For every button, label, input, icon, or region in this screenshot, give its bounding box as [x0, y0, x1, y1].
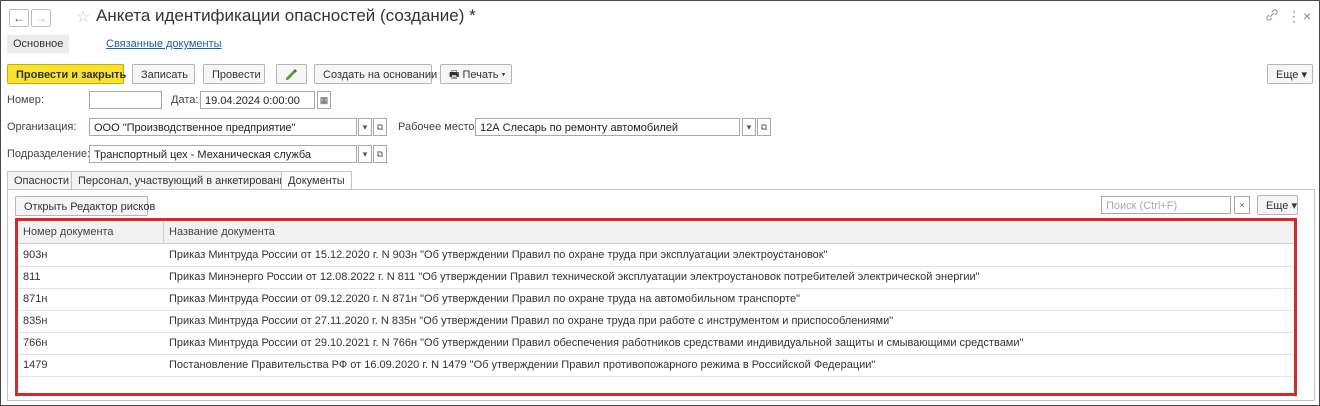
tab-personnel[interactable]: Персонал, участвующий в анкетировании	[71, 171, 299, 189]
chevron-down-icon[interactable]: ▾	[742, 118, 756, 136]
print-button[interactable]: 🖶 Печать ▾	[440, 64, 512, 84]
printer-icon: 🖶	[449, 69, 463, 81]
calendar-icon[interactable]: ▦	[317, 91, 331, 109]
post-button[interactable]: Провести	[203, 64, 265, 84]
document-number-cell: 903н	[23, 249, 48, 261]
page-title: Анкета идентификации опасностей (создани…	[96, 6, 476, 25]
table-row[interactable]: 835н Приказ Минтруда России от 27.11.2020…	[18, 310, 1294, 333]
number-field[interactable]	[89, 91, 162, 109]
workplace-field[interactable]: 12А Слесарь по ремонту автомобилей	[475, 118, 740, 136]
search-input[interactable]: Поиск (Ctrl+F)	[1101, 196, 1231, 214]
open-icon[interactable]: ⧉	[373, 118, 387, 136]
more-icon[interactable]: ⋮	[1287, 8, 1301, 25]
tab-main[interactable]: Основное	[7, 35, 70, 53]
division-field[interactable]: Транспортный цех - Механическая служба	[89, 145, 357, 163]
edit-icon-button[interactable]	[276, 64, 307, 84]
tab-related-documents[interactable]: Связанные документы	[106, 35, 222, 53]
favorite-star-icon[interactable]: ☆	[76, 7, 90, 27]
document-name-cell: Приказ Минтруда России от 29.10.2021 г. …	[169, 337, 1024, 349]
number-label: Номер:	[7, 94, 44, 106]
table-header: Номер документа Название документа	[18, 221, 1294, 244]
documents-table: Номер документа Название документа 903н П…	[15, 218, 1297, 396]
close-icon[interactable]: ×	[1303, 8, 1311, 24]
more-documents-button[interactable]: Еще ▾	[1257, 195, 1298, 215]
chevron-down-icon[interactable]: ▾	[358, 118, 372, 136]
title-bar: ← → ☆ Анкета идентификации опасностей (с…	[1, 1, 1319, 31]
tab-documents[interactable]: Документы	[281, 171, 352, 190]
document-name-cell: Приказ Минтруда России от 15.12.2020 г. …	[169, 249, 828, 261]
post-and-close-button[interactable]: Провести и закрыть	[7, 64, 126, 84]
table-row[interactable]: 766н Приказ Минтруда России от 29.10.2021…	[18, 332, 1294, 355]
column-header-number[interactable]: Номер документа	[23, 221, 114, 243]
column-header-name[interactable]: Название документа	[169, 221, 275, 243]
organization-field[interactable]: ООО "Производственное предприятие"	[89, 118, 357, 136]
document-number-cell: 835н	[23, 315, 48, 327]
date-field[interactable]: 19.04.2024 0:00:00	[200, 91, 315, 109]
document-name-cell: Приказ Минэнерго России от 12.08.2022 г.…	[169, 271, 980, 283]
workplace-label: Рабочее место:	[398, 121, 478, 133]
back-icon[interactable]: ←	[9, 9, 29, 27]
document-number-cell: 766н	[23, 337, 48, 349]
table-row[interactable]: 1479 Постановление Правительства РФ от 16…	[18, 354, 1294, 377]
document-window: ← → ☆ Анкета идентификации опасностей (с…	[0, 0, 1320, 406]
tab-hazards[interactable]: Опасности	[7, 171, 77, 189]
division-label: Подразделение:	[7, 148, 91, 160]
link-icon[interactable]	[1265, 8, 1279, 25]
chevron-down-icon[interactable]: ▾	[358, 145, 372, 163]
clear-search-icon[interactable]: ×	[1234, 196, 1250, 214]
open-risk-editor-button[interactable]: Открыть Редактор рисков	[15, 196, 155, 216]
document-name-cell: Приказ Минтруда России от 27.11.2020 г. …	[169, 315, 894, 327]
more-actions-button[interactable]: Еще ▾	[1267, 64, 1313, 84]
create-based-on-button[interactable]: Создать на основании ▾	[314, 64, 446, 84]
print-label: Печать ▾	[462, 69, 506, 81]
table-row[interactable]: 811 Приказ Минэнерго России от 12.08.2022…	[18, 266, 1294, 289]
open-icon[interactable]: ⧉	[373, 145, 387, 163]
open-icon[interactable]: ⧉	[757, 118, 771, 136]
save-button[interactable]: Записать	[132, 64, 195, 84]
table-row[interactable]: 903н Приказ Минтруда России от 15.12.2020…	[18, 244, 1294, 267]
document-name-cell: Приказ Минтруда России от 09.12.2020 г. …	[169, 293, 801, 305]
table-row[interactable]: 871н Приказ Минтруда России от 09.12.2020…	[18, 288, 1294, 311]
organization-label: Организация:	[7, 121, 77, 133]
document-number-cell: 811	[23, 271, 41, 283]
document-name-cell: Постановление Правительства РФ от 16.09.…	[169, 359, 876, 371]
document-number-cell: 871н	[23, 293, 48, 305]
document-number-cell: 1479	[23, 359, 48, 371]
forward-icon[interactable]: →	[31, 9, 51, 27]
date-label: Дата:	[171, 94, 199, 106]
